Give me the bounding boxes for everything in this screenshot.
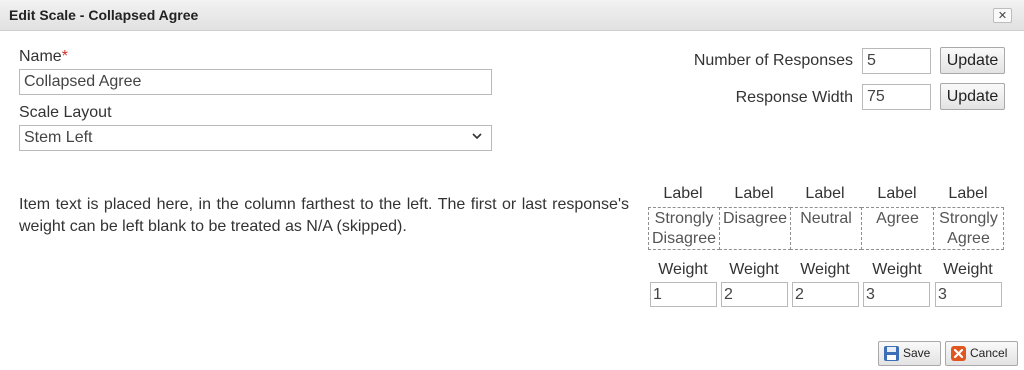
scale-layout-value: Stem Left (24, 129, 93, 146)
weight-input-4[interactable] (863, 282, 930, 307)
update-width-button[interactable]: Update (940, 83, 1005, 110)
weight-header-1: Weight (658, 261, 708, 278)
weight-input-1[interactable] (650, 282, 717, 307)
response-label-5[interactable]: Strongly Agree (933, 207, 1004, 250)
label-header-4: Label (877, 185, 917, 202)
weight-header-3: Weight (800, 261, 850, 278)
cancel-button[interactable]: Cancel (945, 341, 1018, 366)
required-marker: * (61, 48, 68, 65)
label-header-2: Label (734, 185, 774, 202)
scale-layout-select[interactable]: Stem Left (19, 125, 492, 151)
response-label-2[interactable]: Disagree (719, 207, 791, 250)
number-of-responses-label: Number of Responses (693, 52, 853, 69)
weight-input-5[interactable] (935, 282, 1002, 307)
label-header-1: Label (663, 185, 703, 202)
response-width-label: Response Width (735, 89, 853, 106)
label-header-3: Label (805, 185, 845, 202)
weight-header-5: Weight (943, 261, 993, 278)
name-label: Name* (19, 48, 68, 66)
name-label-text: Name (19, 48, 62, 65)
label-header-5: Label (948, 185, 988, 202)
layout-description: Item text is placed here, in the column … (19, 196, 629, 235)
save-label: Save (903, 346, 931, 360)
save-button[interactable]: Save (878, 341, 941, 366)
update-responses-button[interactable]: Update (940, 47, 1005, 74)
scale-layout-label: Scale Layout (19, 104, 112, 121)
close-icon: ✕ (997, 10, 1008, 22)
close-button[interactable]: ✕ (993, 8, 1012, 23)
cancel-label: Cancel (970, 346, 1008, 360)
weight-header-4: Weight (872, 261, 922, 278)
weight-header-2: Weight (729, 261, 779, 278)
response-width-input[interactable] (862, 84, 931, 110)
dialog-title: Edit Scale - Collapsed Agree (9, 7, 199, 23)
response-label-1[interactable]: Strongly Disagree (648, 207, 720, 250)
number-of-responses-input[interactable] (862, 48, 931, 74)
response-label-3[interactable]: Neutral (790, 207, 862, 250)
dialog-titlebar: Edit Scale - Collapsed Agree ✕ (0, 0, 1024, 31)
name-input[interactable] (19, 69, 492, 95)
weight-input-3[interactable] (792, 282, 859, 307)
weight-input-2[interactable] (721, 282, 788, 307)
save-icon (884, 346, 899, 361)
chevron-down-icon (472, 133, 482, 140)
cancel-icon (951, 346, 966, 361)
response-label-4[interactable]: Agree (861, 207, 934, 250)
